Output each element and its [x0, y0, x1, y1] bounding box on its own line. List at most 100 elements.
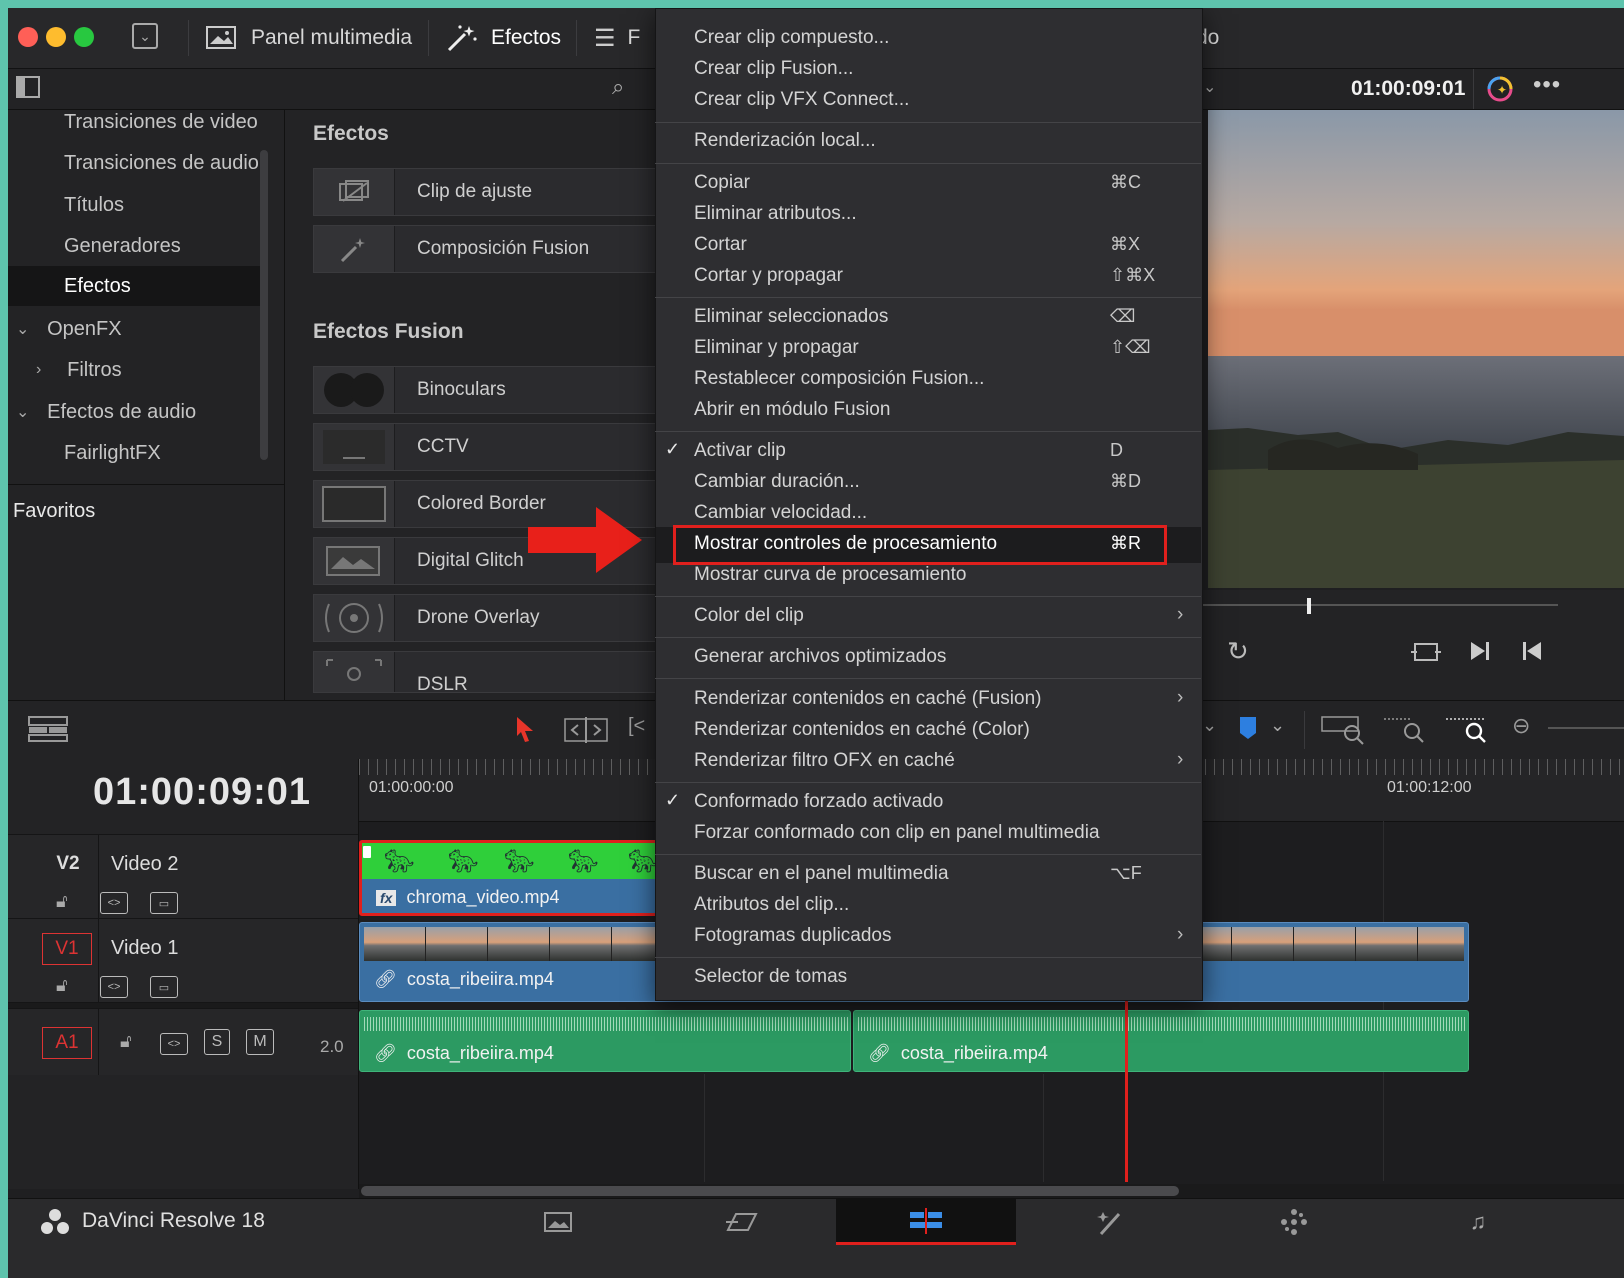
match-frame-icon[interactable] — [1411, 640, 1441, 664]
timeline-view-options-icon[interactable] — [28, 715, 68, 743]
zoom-detail-icon[interactable] — [1382, 713, 1428, 745]
solo-button[interactable]: S — [204, 1029, 230, 1055]
next-frame-icon[interactable] — [1469, 640, 1491, 662]
chevron-down-icon[interactable]: ⌄ — [1270, 715, 1285, 736]
scrub-bar[interactable] — [1203, 604, 1558, 606]
sidebar-item-effects[interactable]: Efectos — [8, 266, 266, 306]
lock-icon[interactable]: 🔓︎ — [56, 891, 68, 912]
cut-page-button[interactable] — [652, 1199, 832, 1245]
menu-item-cut-and-ripple[interactable]: Cortar y propagar ⇧⌘X — [655, 261, 1201, 292]
fusion-page-button[interactable] — [1020, 1199, 1200, 1245]
playhead-handle[interactable] — [1307, 598, 1311, 614]
effect-item-drone-overlay[interactable]: Drone Overlay — [313, 594, 675, 642]
clip-marker[interactable] — [363, 846, 371, 858]
track-enable-icon[interactable]: ▭ — [150, 892, 178, 914]
auto-track-select-icon[interactable]: <> — [100, 976, 128, 998]
menu-item-conform-with-media-pool-clip[interactable]: Forzar conformado con clip en panel mult… — [655, 818, 1201, 849]
menu-item-remove-attributes[interactable]: Eliminar atributos... — [655, 199, 1201, 230]
sidebar-item-audio-transitions[interactable]: Transiciones de audio — [8, 143, 266, 183]
menu-item-ripple-delete[interactable]: Eliminar y propagar ⇧⌫ — [655, 333, 1201, 364]
go-to-start-icon[interactable] — [1521, 640, 1543, 662]
auto-track-select-icon[interactable]: <> — [160, 1033, 188, 1055]
menu-item-open-in-fusion[interactable]: Abrir en módulo Fusion — [655, 395, 1201, 426]
zoom-custom-icon[interactable] — [1444, 713, 1490, 745]
sidebar-item-filters[interactable]: › Filtros — [8, 350, 266, 390]
menu-item-find-in-media-pool[interactable]: Buscar en el panel multimedia ⌥F — [655, 859, 1201, 890]
fairlight-page-button[interactable]: ♫ — [1388, 1199, 1568, 1245]
zoom-full-icon[interactable] — [1320, 713, 1366, 745]
menu-item-force-conform-enabled[interactable]: ✓ Conformado forzado activado — [655, 787, 1201, 818]
menu-item-label: Crear clip VFX Connect... — [694, 89, 910, 110]
color-page-button[interactable] — [1204, 1199, 1384, 1245]
zoom-slider[interactable] — [1548, 727, 1624, 729]
loop-icon[interactable]: ↻ — [1227, 636, 1249, 667]
menu-item-copy[interactable]: Copiar ⌘C — [655, 168, 1201, 199]
selection-tool-icon[interactable] — [514, 715, 536, 743]
sidebar-item-titles[interactable]: Títulos — [8, 185, 266, 225]
flag-marker-icon[interactable] — [1238, 715, 1258, 741]
workspace-dropdown-icon[interactable]: ⌄ — [132, 23, 158, 49]
track-tag-v1[interactable]: V1 — [42, 933, 92, 965]
effects-tab[interactable]: Efectos — [445, 8, 561, 68]
effect-item-adjustment-clip[interactable]: Clip de ajuste — [313, 168, 675, 216]
dynamic-trim-icon[interactable]: [< — [628, 715, 645, 738]
zoom-out-icon[interactable]: ⊖ — [1512, 713, 1530, 739]
mute-button[interactable]: M — [246, 1029, 274, 1055]
menu-item-cut[interactable]: Cortar ⌘X — [655, 230, 1201, 261]
menu-item-change-duration[interactable]: Cambiar duración... ⌘D — [655, 467, 1201, 498]
edit-page-button[interactable] — [836, 1199, 1016, 1245]
menu-item-create-vfx-connect-clip[interactable]: Crear clip VFX Connect... — [655, 85, 1201, 116]
menu-item-render-cache-color[interactable]: Renderizar contenidos en caché (Color) — [655, 715, 1201, 746]
index-tab[interactable]: ☰ F — [594, 8, 640, 68]
track-tag-v2[interactable]: V2 — [44, 849, 92, 879]
maximize-window-button[interactable] — [74, 27, 94, 47]
auto-track-select-icon[interactable]: <> — [100, 892, 128, 914]
menu-item-render-cache-ofx[interactable]: Renderizar filtro OFX en caché › — [655, 746, 1201, 777]
sidebar-item-fairlightfx[interactable]: FairlightFX — [8, 433, 266, 473]
clip-chroma-video[interactable]: 🐆︎ 🐆︎ 🐆︎ 🐆︎ 🐆︎ fx chroma_video.mp4 — [359, 840, 659, 916]
menu-item-clip-attributes[interactable]: Atributos del clip... — [655, 890, 1201, 921]
menu-item-generate-optimized-media[interactable]: Generar archivos optimizados — [655, 642, 1201, 673]
clip-audio1-costa[interactable]: 🔗︎ costa_ribeiira.mp4 — [359, 1010, 851, 1072]
video-preview-image — [1208, 110, 1624, 588]
menu-item-render-cache-fusion[interactable]: Renderizar contenidos en caché (Fusion) › — [655, 684, 1201, 715]
lock-icon[interactable]: 🔓︎ — [120, 1031, 132, 1052]
menu-item-create-compound-clip[interactable]: Crear clip compuesto... — [655, 23, 1201, 54]
track-enable-icon[interactable]: ▭ — [150, 976, 178, 998]
sidebar-item-video-transitions[interactable]: Transiciones de video — [8, 102, 266, 142]
menu-item-delete-selected[interactable]: Eliminar seleccionados ⌫ — [655, 302, 1201, 333]
lock-icon[interactable]: 🔓︎ — [56, 975, 68, 996]
track-name-v1[interactable]: Video 1 — [111, 937, 178, 960]
effect-item-binoculars[interactable]: Binoculars — [313, 366, 675, 414]
search-icon[interactable]: ⌕ — [612, 74, 624, 100]
timeline-playhead[interactable] — [1125, 994, 1128, 1182]
track-tag-a1[interactable]: A1 — [42, 1027, 92, 1059]
sidebar-item-audio-effects[interactable]: ⌄ Efectos de audio — [8, 392, 266, 432]
menu-item-reset-fusion-composition[interactable]: Restablecer composición Fusion... — [655, 364, 1201, 395]
timeline-scrollbar-thumb[interactable] — [361, 1186, 1179, 1196]
chevron-down-icon[interactable]: ⌄ — [1202, 715, 1217, 736]
menu-item-clip-enable[interactable]: ✓ Activar clip D — [655, 436, 1201, 467]
menu-item-take-selector[interactable]: Selector de tomas — [655, 962, 1201, 993]
color-wheel-icon[interactable]: ✦ — [1485, 74, 1515, 104]
menu-item-create-fusion-clip[interactable]: Crear clip Fusion... — [655, 54, 1201, 85]
effect-item-fusion-composition[interactable]: Composición Fusion — [313, 225, 675, 273]
more-options-icon[interactable]: ••• — [1533, 71, 1561, 99]
media-pool-tab[interactable]: Panel multimedia — [205, 8, 412, 68]
minimize-window-button[interactable] — [46, 27, 66, 47]
effect-item-cctv[interactable]: CCTV — [313, 423, 675, 471]
sidebar-scrollbar[interactable] — [260, 150, 268, 460]
close-window-button[interactable] — [18, 27, 38, 47]
clip-audio2-costa[interactable]: 🔗︎ costa_ribeiira.mp4 — [853, 1010, 1469, 1072]
menu-item-duplicate-frames[interactable]: Fotogramas duplicados › — [655, 921, 1201, 952]
track-name-v2[interactable]: Video 2 — [111, 853, 178, 876]
sidebar-item-generators[interactable]: Generadores — [8, 226, 266, 266]
chevron-down-icon[interactable]: ⌄ — [1203, 77, 1216, 97]
sidebar-toggle-icon[interactable] — [16, 76, 40, 98]
sidebar-item-openfx[interactable]: ⌄ OpenFX — [8, 309, 266, 349]
menu-item-render-in-place[interactable]: Renderización local... — [655, 126, 1201, 157]
menu-item-clip-color[interactable]: Color del clip › — [655, 601, 1201, 632]
effect-item-dslr[interactable]: DSLR — [313, 651, 675, 693]
media-page-button[interactable] — [468, 1199, 648, 1245]
trim-tool-icon[interactable] — [564, 717, 608, 743]
